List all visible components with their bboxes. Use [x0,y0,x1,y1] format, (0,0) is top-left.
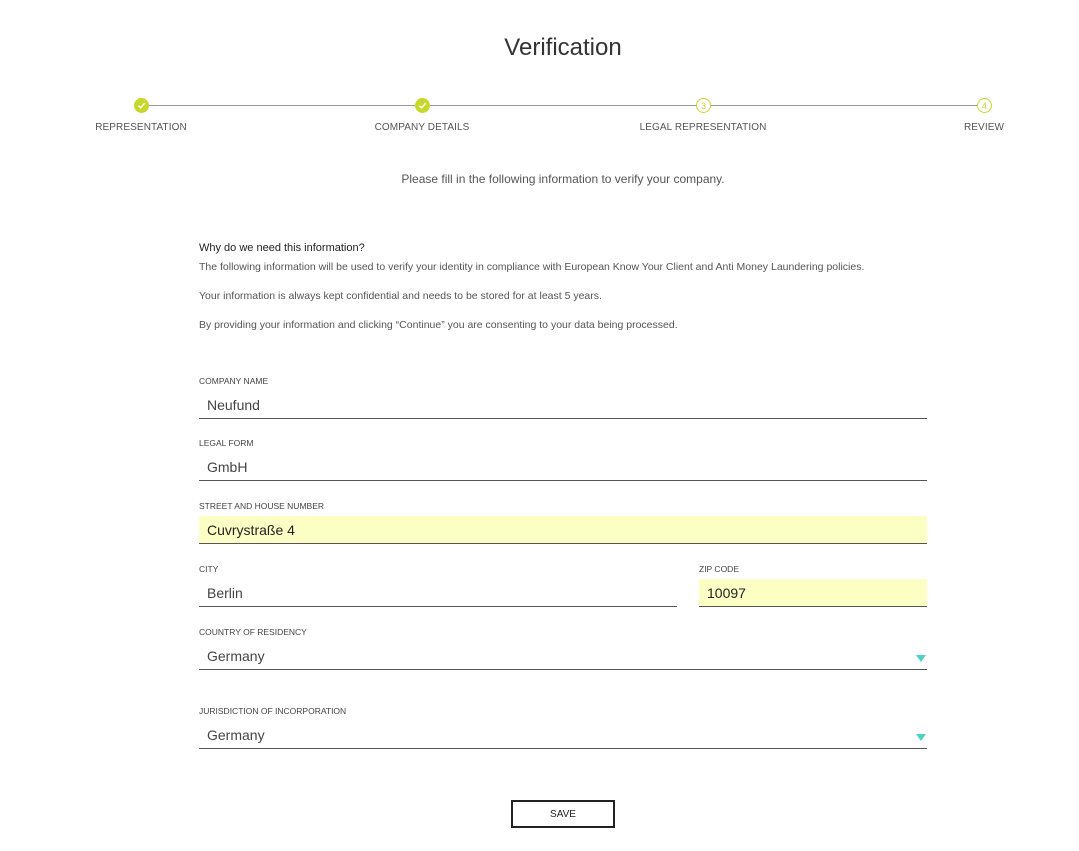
why-paragraph: By providing your information and clicki… [199,319,678,331]
street-field: STREET AND HOUSE NUMBER Cuvrystraße 4 [199,500,927,544]
step-label-representation: REPRESENTATION [95,122,187,133]
why-title: Why do we need this information? [199,242,365,254]
country-label: COUNTRY OF RESIDENCY [199,627,307,637]
jurisdiction-label: JURISDICTION OF INCORPORATION [199,706,347,716]
country-select[interactable]: Germany [199,642,927,670]
step-connector [148,105,415,106]
step-label-company-details: COMPANY DETAILS [374,122,470,133]
page-title: Verification [504,34,622,61]
zip-label: ZIP CODE [699,564,739,574]
company-name-label: COMPANY NAME [199,376,269,386]
jurisdiction-value: Germany [207,727,265,743]
legal-form-label: LEGAL FORM [199,438,254,448]
country-field: COUNTRY OF RESIDENCY Germany [199,626,927,670]
caret-down-icon[interactable] [916,655,926,662]
company-name-field: COMPANY NAME Neufund [199,375,927,419]
intro-text: Please fill in the following information… [401,172,725,186]
step-2-check-icon [415,98,430,113]
zip-field: ZIP CODE 10097 [699,563,927,607]
street-label: STREET AND HOUSE NUMBER [199,501,325,511]
step-1-check-icon [134,98,149,113]
verification-page: Verification 3 4 REPRESENTATION COMPANY … [0,0,1079,851]
street-input[interactable]: Cuvrystraße 4 [199,516,927,544]
step-connector [430,105,696,106]
why-paragraph: The following information will be used t… [199,261,865,273]
legal-form-field: LEGAL FORM GmbH [199,437,927,481]
why-paragraph: Your information is always kept confiden… [199,290,602,302]
step-label-legal-representation: LEGAL REPRESENTATION [639,122,767,133]
city-input[interactable]: Berlin [199,579,677,607]
why-section: Why do we need this information? The fol… [199,242,939,348]
step-3-number: 3 [696,98,711,113]
country-value: Germany [207,648,265,664]
company-name-input[interactable]: Neufund [199,391,927,419]
step-label-review: REVIEW [963,122,1005,133]
caret-down-icon[interactable] [916,734,926,741]
step-4-number: 4 [977,98,992,113]
jurisdiction-field: JURISDICTION OF INCORPORATION Germany [199,705,927,749]
zip-input[interactable]: 10097 [699,579,927,607]
progress-stepper: 3 4 REPRESENTATION COMPANY DETAILS LEGAL… [0,98,1079,138]
save-button[interactable]: SAVE [511,800,615,828]
legal-form-input[interactable]: GmbH [199,453,927,481]
city-label: CITY [199,564,219,574]
jurisdiction-select[interactable]: Germany [199,721,927,749]
step-connector [711,105,977,106]
city-field: CITY Berlin [199,563,677,607]
